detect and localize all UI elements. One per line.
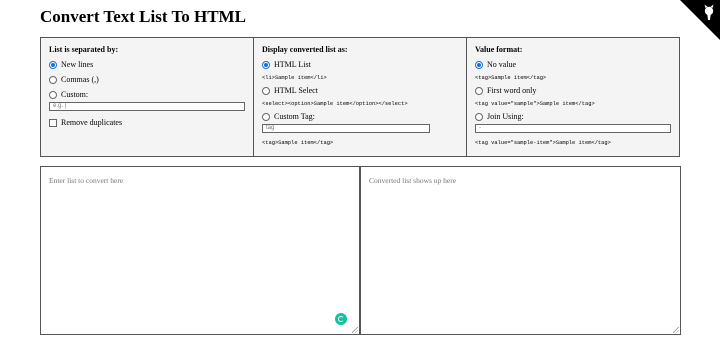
resize-handle-icon[interactable] [673, 327, 679, 333]
value-option-no-value[interactable]: No value [475, 59, 671, 71]
page-title: Convert Text List To HTML [40, 7, 246, 26]
output-textarea[interactable]: Converted list shows up here [360, 166, 681, 335]
first-word-example: <tag value="sample">Sample item</tag> [475, 101, 595, 107]
no-value-label: No value [487, 60, 517, 69]
remove-duplicates-label: Remove duplicates [61, 118, 123, 127]
radio-first-word[interactable] [475, 87, 483, 95]
value-option-join-using[interactable]: Join Using: [475, 111, 671, 123]
value-format-heading: Value format: [475, 45, 523, 54]
custom-separator-input[interactable]: e.g. | [49, 102, 245, 111]
display-option-html-select[interactable]: HTML Select [262, 85, 458, 97]
radio-custom[interactable] [49, 91, 57, 99]
radio-no-value[interactable] [475, 61, 483, 69]
resize-handle-icon[interactable] [352, 327, 358, 333]
radio-join-using[interactable] [475, 113, 483, 121]
custom-tag-example: <tag>Sample item</tag> [262, 140, 334, 146]
separator-panel: List is separated by: New lines Commas (… [41, 38, 254, 156]
value-format-panel: Value format: No value <tag>Sample item<… [467, 38, 679, 156]
separator-option-custom[interactable]: Custom: [49, 89, 245, 101]
commas-label: Commas (,) [61, 75, 99, 84]
custom-label: Custom: [61, 90, 89, 99]
value-option-first-word[interactable]: First word only [475, 85, 671, 97]
join-using-input[interactable]: - [475, 124, 671, 133]
radio-newlines[interactable] [49, 61, 57, 69]
html-list-label: HTML List [274, 60, 311, 69]
join-using-example: <tag value="sample-item">Sample item</ta… [475, 140, 611, 146]
first-word-label: First word only [487, 86, 537, 95]
github-corner-icon[interactable] [680, 0, 720, 40]
radio-html-select[interactable] [262, 87, 270, 95]
separator-option-commas[interactable]: Commas (,) [49, 74, 245, 86]
custom-tag-input[interactable]: tag [262, 124, 430, 133]
html-select-example: <select><option>Sample item</option></se… [262, 101, 408, 107]
no-value-example: <tag>Sample item</tag> [475, 75, 547, 81]
remove-duplicates-option[interactable]: Remove duplicates [49, 117, 245, 129]
html-list-example: <li>Sample item</li> [262, 75, 327, 81]
grammarly-icon[interactable] [335, 313, 347, 325]
newlines-label: New lines [61, 60, 94, 69]
display-option-html-list[interactable]: HTML List [262, 59, 458, 71]
output-placeholder: Converted list shows up here [369, 176, 457, 185]
display-option-custom-tag[interactable]: Custom Tag: [262, 111, 458, 123]
html-select-label: HTML Select [274, 86, 318, 95]
input-placeholder: Enter list to convert here [49, 176, 124, 185]
options-box: List is separated by: New lines Commas (… [40, 37, 680, 157]
join-using-label: Join Using: [487, 112, 524, 121]
separator-heading: List is separated by: [49, 45, 119, 54]
input-textarea[interactable]: Enter list to convert here [40, 166, 360, 335]
custom-tag-label: Custom Tag: [274, 112, 315, 121]
display-heading: Display converted list as: [262, 45, 348, 54]
radio-commas[interactable] [49, 76, 57, 84]
separator-option-newlines[interactable]: New lines [49, 59, 245, 71]
radio-html-list[interactable] [262, 61, 270, 69]
radio-custom-tag[interactable] [262, 113, 270, 121]
display-panel: Display converted list as: HTML List <li… [254, 38, 467, 156]
remove-duplicates-checkbox[interactable] [49, 119, 57, 127]
